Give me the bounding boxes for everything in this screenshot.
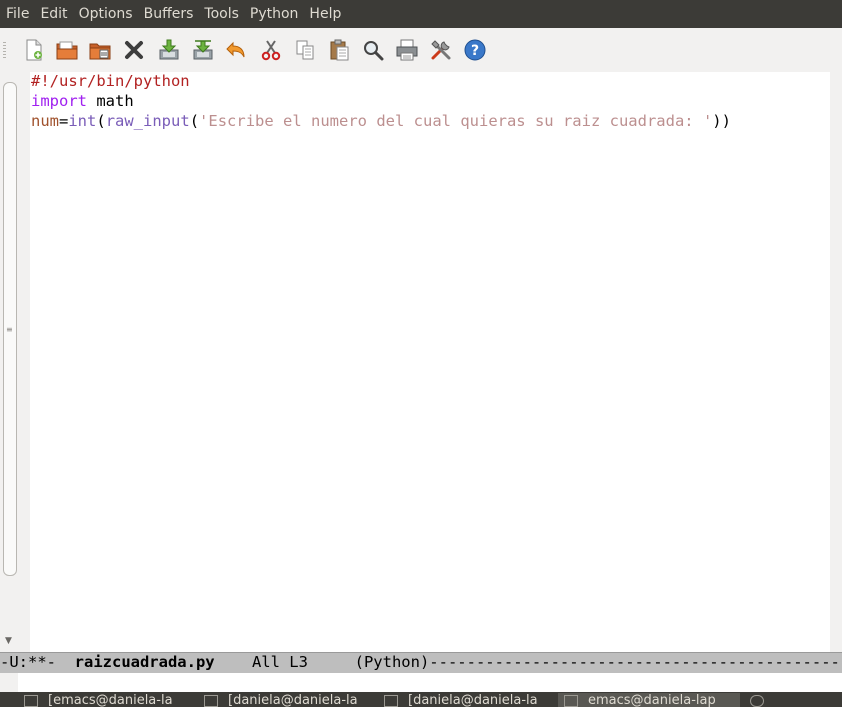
scroll-down-icon[interactable]: ▼ <box>5 636 12 646</box>
svg-text:?: ? <box>471 43 479 59</box>
menu-tools[interactable]: Tools <box>198 0 244 28</box>
mode-line[interactable]: -U:**- raizcuadrada.py All L3 (Python)--… <box>0 652 842 673</box>
menu-help[interactable]: Help <box>303 0 346 28</box>
open-paren: ( <box>96 112 106 130</box>
close-icon <box>125 41 143 59</box>
variable-name: num <box>31 112 59 130</box>
open-folder-icon <box>56 41 78 60</box>
undo-icon <box>226 41 245 58</box>
taskbar-item-emacs-active[interactable]: emacs@daniela-lap <box>558 693 740 707</box>
menu-python[interactable]: Python <box>244 0 304 28</box>
menu-buffers[interactable]: Buffers <box>138 0 199 28</box>
minibuffer-fringe <box>0 673 18 692</box>
save-icon <box>159 39 179 60</box>
menu-bar: File Edit Options Buffers Tools Python H… <box>0 0 842 28</box>
minibuffer[interactable] <box>0 673 842 692</box>
terminal-icon <box>384 694 398 707</box>
open-paren-2: ( <box>189 112 200 130</box>
globe-icon <box>750 694 764 707</box>
search-button[interactable] <box>359 36 387 64</box>
menu-edit[interactable]: Edit <box>34 0 72 28</box>
new-file-icon <box>26 39 42 61</box>
code-buffer[interactable]: #!/usr/bin/python import math num=int(raw_… <box>31 71 731 131</box>
menu-file[interactable]: File <box>0 0 34 28</box>
printer-icon <box>396 39 418 61</box>
menu-options[interactable]: Options <box>73 0 138 28</box>
left-fringe <box>18 72 30 652</box>
save-as-button[interactable] <box>189 36 217 64</box>
open-directory-button[interactable] <box>86 36 114 64</box>
terminal-icon <box>204 694 218 707</box>
prompt-string: 'Escribe el numero del cual quieras su r… <box>199 112 713 130</box>
search-icon <box>364 41 384 61</box>
window-icon <box>24 694 38 707</box>
builtin-raw-input: raw_input <box>105 112 190 130</box>
modeline-fill: ----------------------------------------… <box>429 653 842 671</box>
taskbar-workspace-switcher[interactable] <box>740 693 784 707</box>
taskbar-item-terminal-1[interactable]: [daniela@daniela-la <box>198 693 380 707</box>
paste-icon <box>330 39 349 61</box>
shebang-comment: #!/usr/bin/python <box>31 72 190 90</box>
code-line-3: num=int(raw_input('Escribe el numero del… <box>31 111 731 131</box>
help-icon: ? <box>464 39 486 61</box>
modeline-position: All L3 <box>214 653 355 671</box>
taskbar-item-terminal-2[interactable]: [daniela@daniela-la <box>378 693 560 707</box>
modeline-buffer-name[interactable]: raizcuadrada.py <box>75 653 215 671</box>
assign-operator: = <box>59 112 69 130</box>
close-parens: )) <box>712 112 731 130</box>
scissors-icon <box>261 40 281 61</box>
help-button[interactable]: ? <box>461 36 489 64</box>
directory-icon <box>89 43 111 60</box>
copy-button[interactable] <box>291 36 319 64</box>
code-line-2: import math <box>31 91 731 111</box>
open-file-button[interactable] <box>53 36 81 64</box>
undo-button[interactable] <box>222 36 250 64</box>
taskbar-item-label: [daniela@daniela-la <box>408 693 538 707</box>
save-as-icon <box>193 40 213 60</box>
modeline-status: -U:**- <box>0 653 75 671</box>
tools-icon <box>431 40 451 60</box>
taskbar: [emacs@daniela-la [daniela@daniela-la [d… <box>0 692 842 707</box>
modeline-major-mode[interactable]: (Python) <box>355 653 430 671</box>
taskbar-item-label: [emacs@daniela-la <box>48 693 173 707</box>
cut-button[interactable] <box>257 36 285 64</box>
module-name: math <box>87 92 134 110</box>
close-buffer-button[interactable] <box>120 36 148 64</box>
builtin-int: int <box>68 112 97 130</box>
paste-button[interactable] <box>325 36 353 64</box>
right-fringe <box>830 72 842 652</box>
import-keyword: import <box>31 92 87 110</box>
emacs-icon <box>564 694 578 707</box>
taskbar-item-label: emacs@daniela-lap <box>588 693 716 707</box>
toolbar: ? <box>0 28 842 73</box>
copy-icon <box>296 40 314 60</box>
preferences-button[interactable] <box>427 36 455 64</box>
print-button[interactable] <box>393 36 421 64</box>
new-file-button[interactable] <box>20 36 48 64</box>
code-line-1: #!/usr/bin/python <box>31 71 731 91</box>
taskbar-item-label: [daniela@daniela-la <box>228 693 358 707</box>
save-button[interactable] <box>155 36 183 64</box>
toolbar-grip[interactable] <box>3 42 6 58</box>
editor-area[interactable] <box>0 72 842 652</box>
scrollbar-grip: ≡ <box>6 325 13 334</box>
taskbar-item-emacs-1[interactable]: [emacs@daniela-la <box>18 693 200 707</box>
